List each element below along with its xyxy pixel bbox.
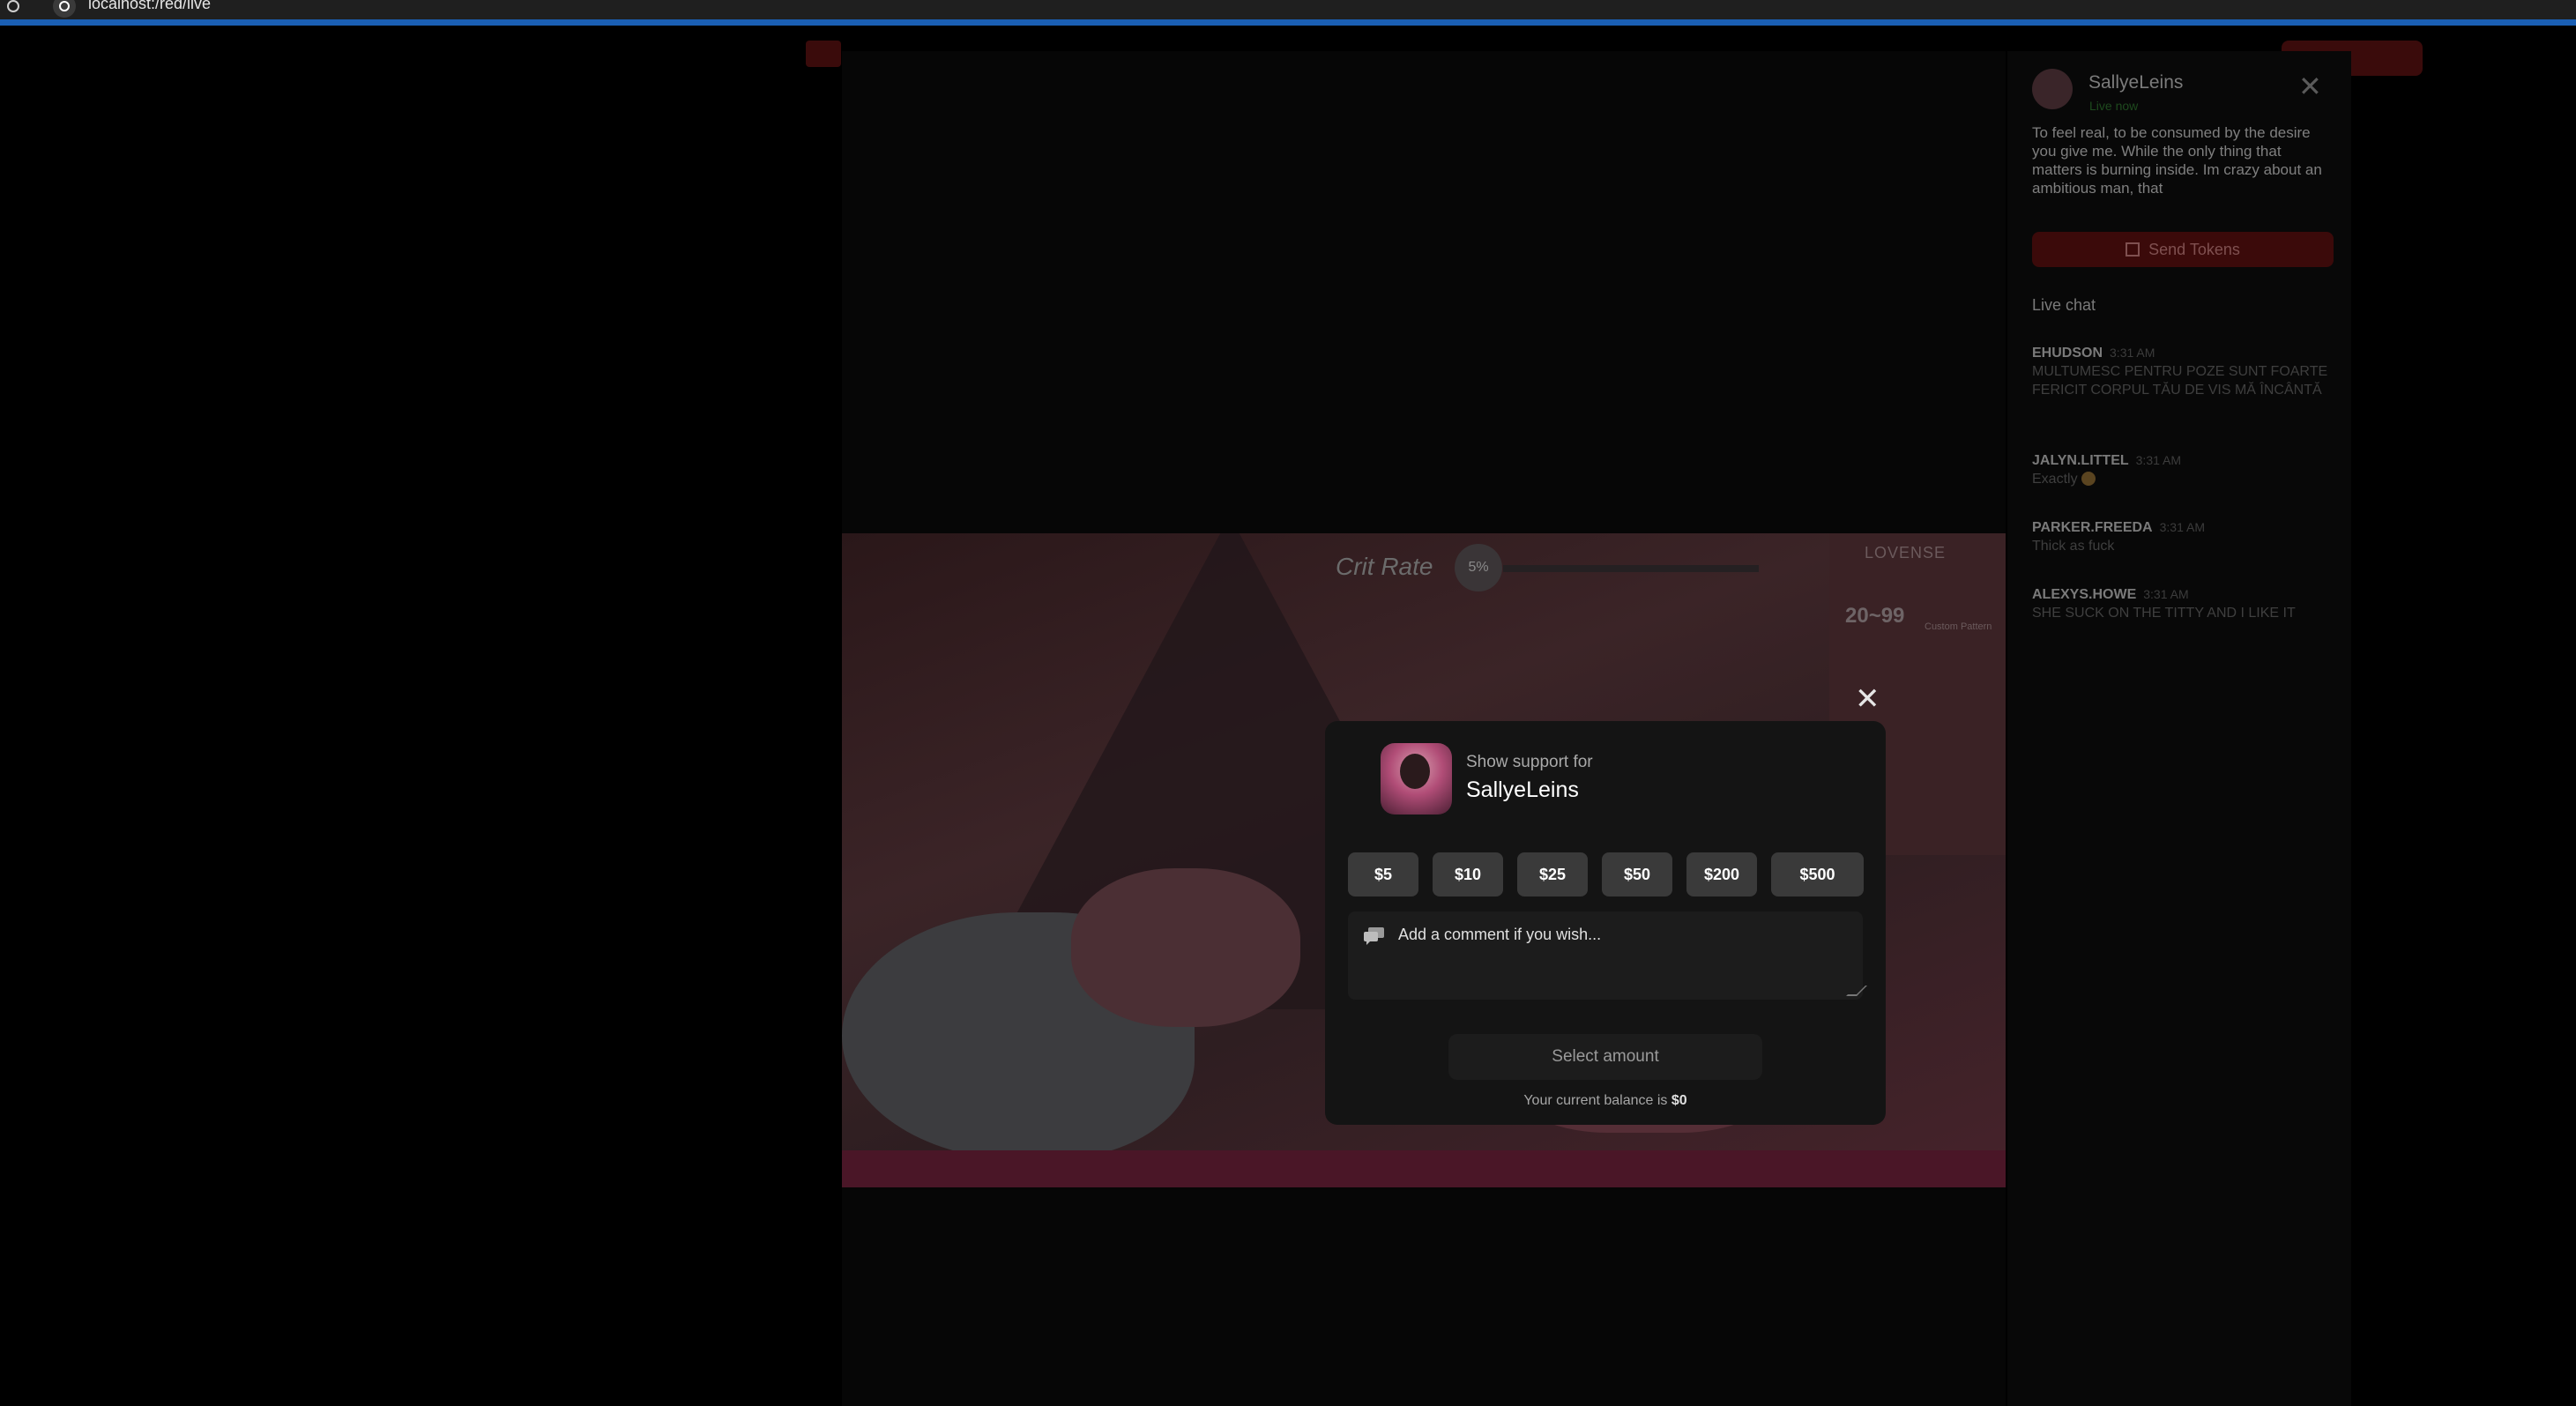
select-amount-button[interactable]: Select amount — [1448, 1034, 1762, 1080]
chat-message: PARKER.FREEDA 3:31 AM Thick as fuck — [2032, 518, 2332, 555]
balance-prefix: Your current balance is — [1523, 1093, 1668, 1108]
video-scene-pillow — [1071, 868, 1300, 1027]
gift-icon — [2126, 242, 2140, 257]
amount-500-button[interactable]: $500 — [1771, 852, 1864, 896]
chat-message: ALEXYS.HOWE 3:31 AM SHE SUCK ON THE TITTY… — [2032, 585, 2332, 622]
chat-time: 3:31 AM — [2159, 520, 2205, 534]
amount-50-button[interactable]: $50 — [1602, 852, 1672, 896]
balance-text: Your current balance is $0 — [1325, 1093, 1886, 1109]
send-tokens-button[interactable]: Send Tokens — [2032, 232, 2334, 267]
lovense-title: LOVENSE — [1865, 544, 1947, 562]
lovense-range: 20~99 — [1845, 604, 1905, 628]
comment-input[interactable] — [1398, 922, 1857, 996]
model-avatar — [2032, 69, 2073, 109]
chat-text: MULTUMESC PENTRU POZE SUNT FOARTE FERICI… — [2032, 364, 2328, 398]
video-scene-floor — [842, 1150, 2006, 1187]
chat-time: 3:31 AM — [2135, 453, 2182, 467]
reload-icon[interactable] — [7, 0, 19, 12]
amount-200-button[interactable]: $200 — [1686, 852, 1757, 896]
amount-10-button[interactable]: $10 — [1433, 852, 1503, 896]
support-model-name: SallyeLeins — [1466, 777, 1579, 802]
crit-rate-value: 5% — [1455, 544, 1502, 591]
amount-25-button[interactable]: $25 — [1517, 852, 1588, 896]
sidebar-model-name: SallyeLeins — [2088, 72, 2184, 93]
chat-time: 3:31 AM — [2110, 346, 2155, 360]
comment-icon — [1364, 927, 1384, 945]
amount-5-button[interactable]: $5 — [1348, 852, 1418, 896]
support-label: Show support for — [1466, 753, 1593, 771]
chat-user[interactable]: PARKER.FREEDA — [2032, 520, 2153, 535]
send-tokens-label: Send Tokens — [2148, 241, 2240, 258]
crit-rate-track — [1503, 565, 1759, 572]
lovense-pattern: Custom Pattern — [1925, 621, 1992, 632]
site-logo[interactable] — [806, 41, 841, 67]
modal-close-icon[interactable]: ✕ — [1855, 684, 1880, 714]
emoji-icon — [2081, 472, 2096, 486]
chat-text: Thick as fuck — [2032, 539, 2115, 554]
chat-user[interactable]: ALEXYS.HOWE — [2032, 587, 2136, 602]
model-bio: To feel real, to be consumed by the desi… — [2032, 124, 2322, 197]
chat-message: JALYN.LITTEL 3:31 AM Exactly — [2032, 451, 2332, 488]
close-icon[interactable]: ✕ — [2298, 72, 2322, 100]
chat-message: EHUDSON 3:31 AM MULTUMESC PENTRU POZE SUN… — [2032, 344, 2332, 399]
modal-avatar — [1381, 743, 1452, 815]
chat-user[interactable]: EHUDSON — [2032, 346, 2103, 361]
chat-text: SHE SUCK ON THE TITTY AND I LIKE IT — [2032, 606, 2296, 621]
crit-rate-label: Crit Rate — [1336, 553, 1433, 580]
chat-time: 3:31 AM — [2143, 587, 2189, 601]
site-icon — [53, 0, 76, 18]
balance-value: $0 — [1671, 1093, 1687, 1108]
chat-user[interactable]: JALYN.LITTEL — [2032, 453, 2129, 468]
url-bar[interactable]: localhost:/red/live — [88, 0, 211, 13]
browser-toolbar: localhost:/red/live — [0, 0, 2576, 19]
live-chat-heading: Live chat — [2032, 296, 2096, 314]
loading-bar — [0, 19, 2576, 26]
live-status: Live now — [2089, 99, 2139, 113]
chat-text: Exactly — [2032, 472, 2078, 487]
